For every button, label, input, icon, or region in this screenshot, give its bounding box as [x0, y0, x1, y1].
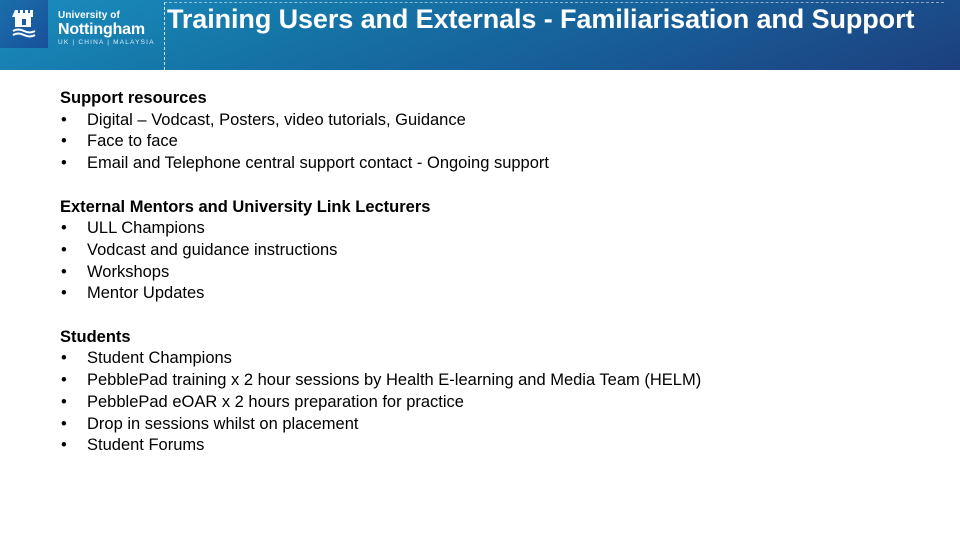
section-heading: External Mentors and University Link Lec…: [60, 197, 431, 216]
list-item: • Face to face: [60, 131, 920, 153]
list-item-text: ULL Champions: [87, 219, 205, 238]
list-item: • Digital – Vodcast, Posters, video tutor…: [60, 110, 920, 132]
bullet-icon: •: [61, 436, 67, 455]
list-item-text: Mentor Updates: [87, 284, 205, 303]
bullet-icon: •: [61, 132, 67, 151]
wordmark-line-2: Nottingham: [58, 21, 145, 38]
list-item: • ULL Champions: [60, 218, 920, 240]
list-item: • PebblePad training x 2 hour sessions by…: [60, 370, 920, 392]
list-item-text: Drop in sessions whilst on placement: [87, 414, 359, 433]
slide-body[interactable]: Support resources • Digital – Vodcast, Po…: [60, 88, 920, 479]
bullet-icon: •: [61, 262, 67, 281]
list-item: • Mentor Updates: [60, 283, 920, 305]
list-item: • Workshops: [60, 262, 920, 284]
bullet-icon: •: [61, 349, 67, 368]
list-item-text: Vodcast and guidance instructions: [87, 240, 338, 259]
bullet-icon: •: [61, 371, 67, 390]
section-heading: Support resources: [60, 89, 207, 107]
section-external-mentors: External Mentors and University Link Lec…: [60, 197, 920, 306]
university-logo: [0, 0, 48, 48]
list-item: • Student Forums: [60, 435, 920, 457]
bullet-icon: •: [61, 284, 67, 303]
list-item-text: Email and Telephone central support cont…: [87, 154, 549, 173]
bullet-icon: •: [61, 392, 67, 411]
section-heading: Students: [60, 327, 131, 346]
wordmark-line-3: UK | CHINA | MALAYSIA: [58, 39, 155, 46]
section-support-resources: Support resources • Digital – Vodcast, Po…: [60, 88, 920, 175]
bullet-icon: •: [61, 110, 67, 129]
castle-crest-icon: [12, 10, 36, 38]
list-item: • Drop in sessions whilst on placement: [60, 414, 920, 436]
university-wordmark: University of Nottingham UK | CHINA | MA…: [58, 10, 155, 48]
list-item-text: PebblePad eOAR x 2 hours preparation for…: [87, 392, 464, 411]
list-item: • PebblePad eOAR x 2 hours preparation fo…: [60, 392, 920, 414]
list-item: • Email and Telephone central support con…: [60, 153, 920, 175]
bullet-icon: •: [61, 414, 67, 433]
list-item-text: PebblePad training x 2 hour sessions by …: [87, 371, 702, 390]
list-item-text: Student Forums: [87, 436, 205, 455]
list-item: • Vodcast and guidance instructions: [60, 240, 920, 262]
list-item-text: Face to face: [87, 132, 178, 151]
slide-title: Training Users and Externals - Familiari…: [167, 4, 915, 34]
bullet-icon: •: [61, 154, 67, 173]
wordmark-line-1: University of: [58, 10, 120, 21]
header-banner: University of Nottingham UK | CHINA | MA…: [0, 0, 960, 70]
bullet-icon: •: [61, 219, 67, 238]
bullet-icon: •: [61, 240, 67, 259]
slide: University of Nottingham UK | CHINA | MA…: [0, 0, 960, 540]
list-item-text: Digital – Vodcast, Posters, video tutori…: [87, 110, 466, 129]
list-item: • Student Champions: [60, 348, 920, 370]
title-placeholder[interactable]: Training Users and Externals - Familiari…: [164, 2, 944, 70]
section-students: Students • Student Champions • PebblePad t…: [60, 327, 920, 457]
list-item-text: Student Champions: [87, 349, 232, 368]
list-item-text: Workshops: [87, 262, 170, 281]
